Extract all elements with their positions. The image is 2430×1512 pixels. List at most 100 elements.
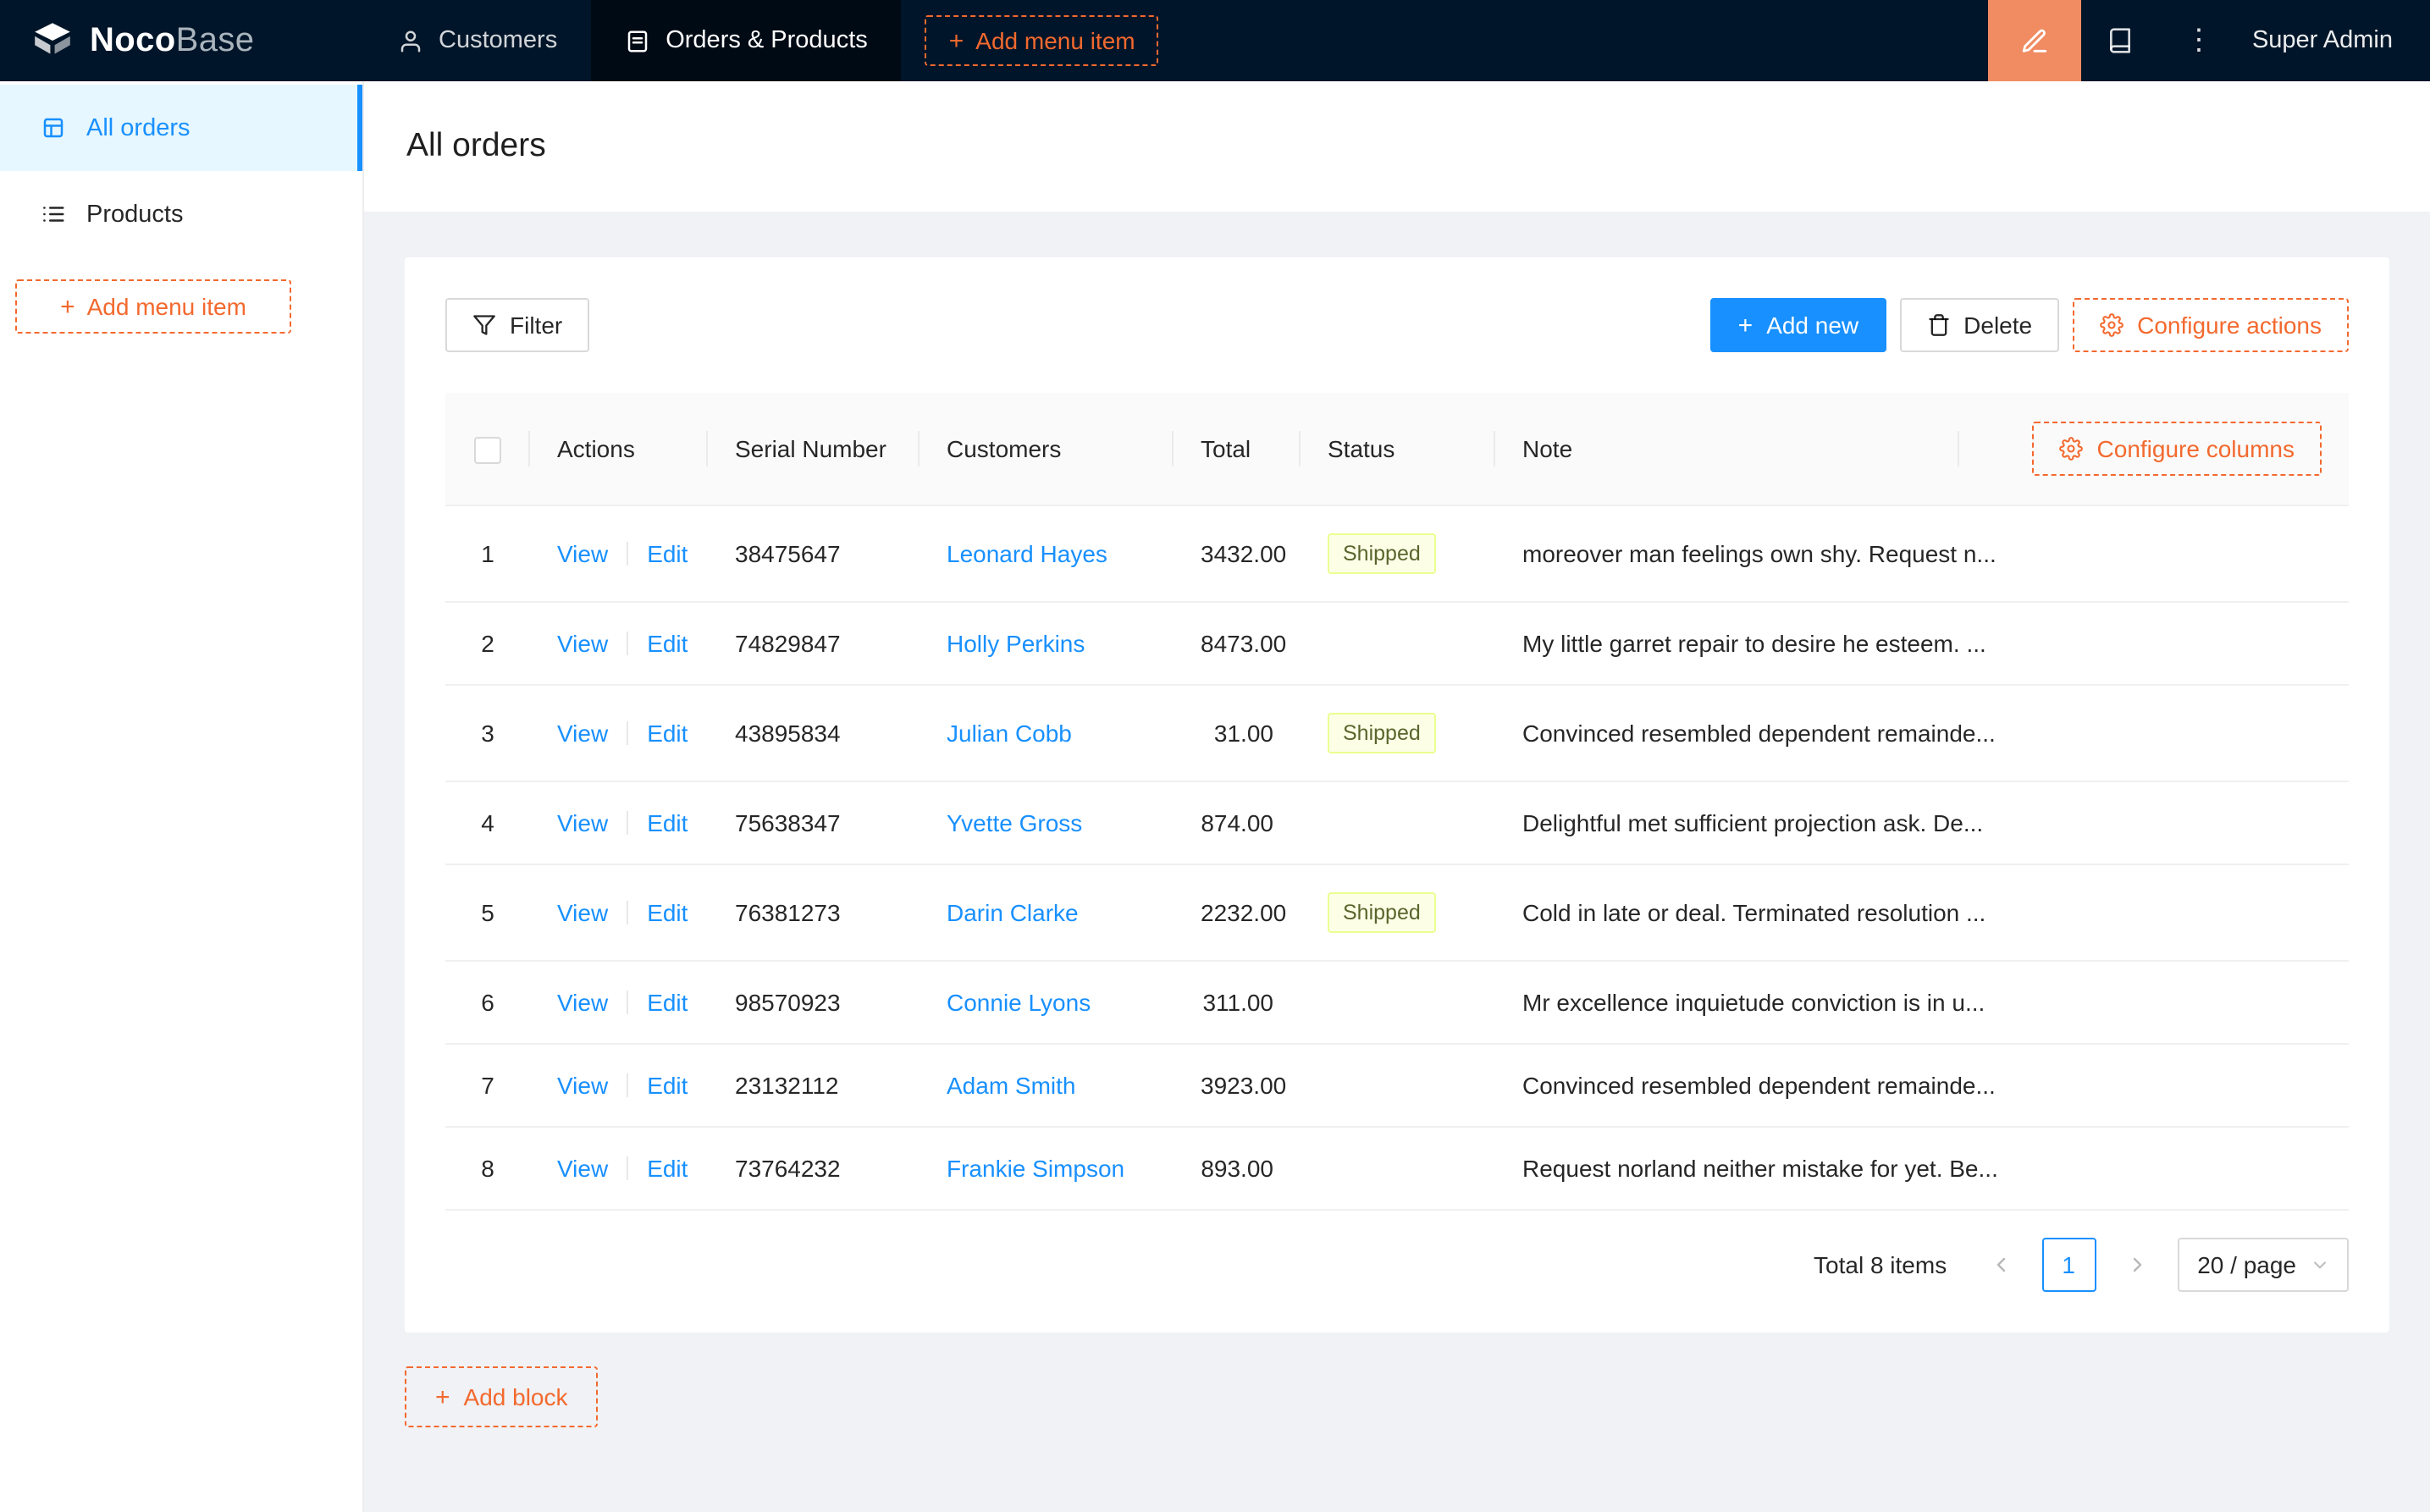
edit-link[interactable]: Edit	[647, 720, 688, 747]
trash-icon	[1928, 314, 1948, 336]
plugin-settings-button[interactable]	[2081, 0, 2159, 81]
delete-label: Delete	[1963, 312, 2033, 339]
pagination: Total 8 items 1 20 / page	[445, 1238, 2349, 1292]
customer-link[interactable]: Frankie Simpson	[947, 1155, 1124, 1182]
row-index: 7	[445, 1044, 530, 1128]
add-new-button[interactable]: + Add new	[1710, 298, 1886, 352]
add-block-label: Add block	[463, 1383, 568, 1410]
serial-number-cell: 76381273	[708, 864, 920, 962]
row-actions-cell: View Edit	[530, 1044, 708, 1128]
note-cell: Convinced resembled dependent remainde..…	[1495, 1044, 2349, 1128]
page-size-value: 20 / page	[2197, 1251, 2296, 1278]
row-index: 2	[445, 602, 530, 686]
page-size-select[interactable]: 20 / page	[2177, 1238, 2349, 1292]
total-cell: 2232.00	[1174, 864, 1301, 962]
column-header-status: Status	[1301, 393, 1495, 506]
logo-text: NocoBase	[90, 21, 255, 58]
view-link[interactable]: View	[557, 1072, 608, 1099]
customer-cell: Connie Lyons	[920, 961, 1174, 1045]
row-index: 5	[445, 864, 530, 962]
note-cell: Convinced resembled dependent remainde..…	[1495, 685, 2349, 782]
edit-link[interactable]: Edit	[647, 540, 688, 567]
sidebar-item-all-orders[interactable]: All orders	[0, 85, 362, 171]
more-vertical-icon: ⋮	[2184, 24, 2213, 56]
view-link[interactable]: View	[557, 989, 608, 1016]
divider	[627, 542, 629, 566]
sidebar-item-products[interactable]: Products	[0, 171, 362, 257]
edit-link[interactable]: Edit	[647, 1072, 688, 1099]
customer-link[interactable]: Leonard Hayes	[947, 540, 1107, 567]
row-index: 6	[445, 961, 530, 1045]
total-cell: 3432.00	[1174, 505, 1301, 603]
customer-cell: Frankie Simpson	[920, 1127, 1174, 1211]
view-link[interactable]: View	[557, 899, 608, 926]
nocobase-app: NocoBase Customers Orders & Products + A…	[0, 0, 2430, 1512]
status-badge: Shipped	[1328, 533, 1436, 574]
plus-icon: +	[60, 292, 75, 321]
divider	[627, 1073, 629, 1097]
logo[interactable]: NocoBase	[0, 0, 364, 81]
view-link[interactable]: View	[557, 809, 608, 836]
edit-link[interactable]: Edit	[647, 989, 688, 1016]
note-cell: Request norland neither mistake for yet.…	[1495, 1127, 2349, 1211]
status-cell	[1301, 602, 1495, 686]
gear-icon	[2100, 313, 2123, 337]
previous-page-button[interactable]	[1974, 1238, 2028, 1292]
user-menu[interactable]: Super Admin	[2239, 27, 2430, 54]
table-row: 8 View Edit 73764232 Frankie Simpson 893.…	[445, 1127, 2349, 1211]
next-page-button[interactable]	[2109, 1238, 2163, 1292]
edit-link[interactable]: Edit	[647, 630, 688, 657]
view-link[interactable]: View	[557, 1155, 608, 1182]
edit-link[interactable]: Edit	[647, 1155, 688, 1182]
customer-link[interactable]: Darin Clarke	[947, 899, 1079, 926]
filter-button[interactable]: Filter	[445, 298, 590, 352]
customer-link[interactable]: Yvette Gross	[947, 809, 1082, 836]
configure-actions-label: Configure actions	[2137, 312, 2322, 339]
add-menu-item-button-navbar[interactable]: + Add menu item	[925, 15, 1159, 66]
add-menu-item-button-sidebar[interactable]: + Add menu item	[15, 279, 291, 334]
navbar-menu: Customers Orders & Products + Add menu i…	[364, 0, 1159, 81]
nav-item-customers[interactable]: Customers	[364, 0, 591, 81]
sidebar-item-label: Products	[86, 201, 184, 228]
customer-link[interactable]: Julian Cobb	[947, 720, 1072, 747]
view-link[interactable]: View	[557, 540, 608, 567]
divider	[627, 901, 629, 924]
status-cell: Shipped	[1301, 505, 1495, 603]
divider	[627, 991, 629, 1014]
sidebar-item-label: All orders	[86, 114, 191, 141]
gear-icon	[2059, 437, 2084, 461]
add-block-button[interactable]: + Add block	[405, 1366, 599, 1427]
row-index: 4	[445, 781, 530, 865]
ui-editor-button[interactable]	[1987, 0, 2081, 81]
serial-number-cell: 98570923	[708, 961, 920, 1045]
filter-icon	[473, 315, 495, 335]
note-cell: Mr excellence inquietude conviction is i…	[1495, 961, 2349, 1045]
delete-button[interactable]: Delete	[1899, 298, 2060, 352]
serial-number-cell: 43895834	[708, 685, 920, 782]
edit-link[interactable]: Edit	[647, 809, 688, 836]
select-all-checkbox[interactable]	[474, 436, 501, 464]
page-number-button[interactable]: 1	[2041, 1238, 2096, 1292]
orders-products-icon	[627, 30, 648, 52]
customer-link[interactable]: Adam Smith	[947, 1072, 1076, 1099]
view-link[interactable]: View	[557, 630, 608, 657]
customer-link[interactable]: Connie Lyons	[947, 989, 1091, 1016]
filter-label: Filter	[510, 312, 563, 339]
serial-number-cell: 73764232	[708, 1127, 920, 1211]
add-menu-item-label: Add menu item	[86, 293, 246, 320]
configure-actions-button[interactable]: Configure actions	[2073, 298, 2349, 352]
plus-icon: +	[1737, 311, 1753, 339]
divider	[627, 1156, 629, 1180]
nav-item-orders-products[interactable]: Orders & Products	[591, 0, 902, 81]
toolbar-actions: + Add new Delete Configure actions	[1710, 298, 2349, 352]
more-menu-button[interactable]: ⋮	[2159, 0, 2239, 81]
edit-link[interactable]: Edit	[647, 899, 688, 926]
table-row: 4 View Edit 75638347 Yvette Gross 874.00 …	[445, 781, 2349, 865]
column-header-serial-number: Serial Number	[708, 393, 920, 506]
view-link[interactable]: View	[557, 720, 608, 747]
column-header-actions: Actions	[530, 393, 708, 506]
customer-link[interactable]: Holly Perkins	[947, 630, 1085, 657]
configure-columns-button[interactable]: Configure columns	[2032, 422, 2322, 476]
note-cell: Cold in late or deal. Terminated resolut…	[1495, 864, 2349, 962]
column-header-customers: Customers	[920, 393, 1174, 506]
